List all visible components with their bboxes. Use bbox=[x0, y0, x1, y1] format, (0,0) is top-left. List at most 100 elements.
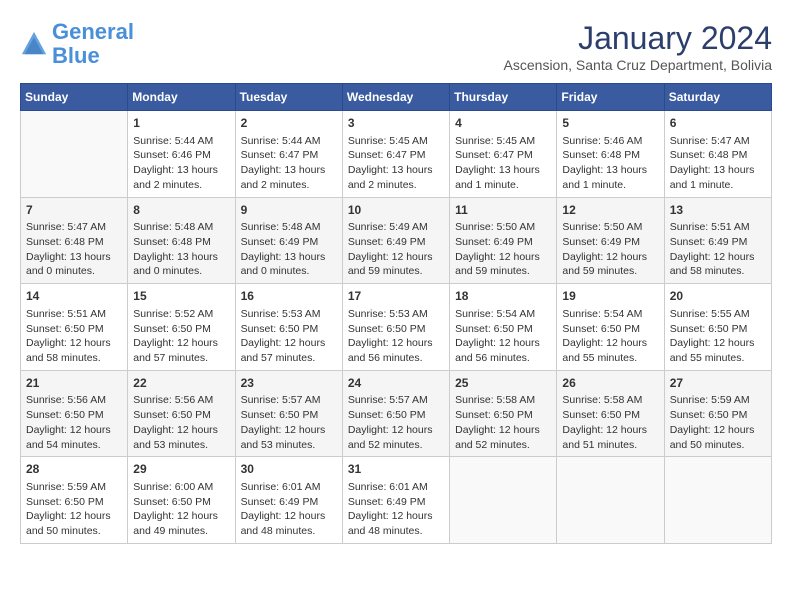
day-cell: 12Sunrise: 5:50 AMSunset: 6:49 PMDayligh… bbox=[557, 197, 664, 284]
day-number: 22 bbox=[133, 375, 229, 392]
day-content: Sunrise: 5:57 AMSunset: 6:50 PMDaylight:… bbox=[241, 393, 337, 452]
day-content: Sunrise: 6:01 AMSunset: 6:49 PMDaylight:… bbox=[348, 480, 444, 539]
title-area: January 2024 Ascension, Santa Cruz Depar… bbox=[504, 20, 772, 73]
day-content: Sunrise: 5:51 AMSunset: 6:49 PMDaylight:… bbox=[670, 220, 766, 279]
day-number: 24 bbox=[348, 375, 444, 392]
day-number: 14 bbox=[26, 288, 122, 305]
header-day-sunday: Sunday bbox=[21, 84, 128, 111]
day-number: 16 bbox=[241, 288, 337, 305]
day-cell: 23Sunrise: 5:57 AMSunset: 6:50 PMDayligh… bbox=[235, 370, 342, 457]
day-number: 21 bbox=[26, 375, 122, 392]
day-cell: 6 Sunrise: 5:47 AMSunset: 6:48 PMDaylight… bbox=[664, 111, 771, 198]
week-row-3: 14 Sunrise: 5:51 AMSunset: 6:50 PMDayligh… bbox=[21, 284, 772, 371]
day-content: Sunrise: 5:56 AMSunset: 6:50 PMDaylight:… bbox=[133, 393, 229, 452]
day-cell: 22Sunrise: 5:56 AMSunset: 6:50 PMDayligh… bbox=[128, 370, 235, 457]
day-number: 27 bbox=[670, 375, 766, 392]
day-content: Sunrise: 5:59 AMSunset: 6:50 PMDaylight:… bbox=[26, 480, 122, 539]
day-number: 11 bbox=[455, 202, 551, 219]
day-cell: 21Sunrise: 5:56 AMSunset: 6:50 PMDayligh… bbox=[21, 370, 128, 457]
day-cell: 9Sunrise: 5:48 AMSunset: 6:49 PMDaylight… bbox=[235, 197, 342, 284]
week-row-5: 28 Sunrise: 5:59 AMSunset: 6:50 PMDayligh… bbox=[21, 457, 772, 544]
day-number: 17 bbox=[348, 288, 444, 305]
day-cell: 20 Sunrise: 5:55 AMSunset: 6:50 PMDayligh… bbox=[664, 284, 771, 371]
day-cell: 30Sunrise: 6:01 AMSunset: 6:49 PMDayligh… bbox=[235, 457, 342, 544]
day-cell: 28 Sunrise: 5:59 AMSunset: 6:50 PMDayligh… bbox=[21, 457, 128, 544]
day-content: Sunrise: 5:48 AMSunset: 6:48 PMDaylight:… bbox=[133, 220, 229, 279]
day-content: Sunrise: 5:53 AMSunset: 6:50 PMDaylight:… bbox=[241, 307, 337, 366]
day-cell bbox=[664, 457, 771, 544]
day-number: 18 bbox=[455, 288, 551, 305]
day-cell: 17 Sunrise: 5:53 AMSunset: 6:50 PMDayligh… bbox=[342, 284, 449, 371]
day-cell: 16 Sunrise: 5:53 AMSunset: 6:50 PMDayligh… bbox=[235, 284, 342, 371]
day-cell: 15 Sunrise: 5:52 AMSunset: 6:50 PMDayligh… bbox=[128, 284, 235, 371]
month-title: January 2024 bbox=[504, 20, 772, 57]
day-number: 12 bbox=[562, 202, 658, 219]
day-cell bbox=[557, 457, 664, 544]
day-content: Sunrise: 5:47 AMSunset: 6:48 PMDaylight:… bbox=[670, 134, 766, 193]
day-number: 13 bbox=[670, 202, 766, 219]
day-number: 25 bbox=[455, 375, 551, 392]
day-content: Sunrise: 5:47 AMSunset: 6:48 PMDaylight:… bbox=[26, 220, 122, 279]
day-number: 30 bbox=[241, 461, 337, 478]
day-number: 15 bbox=[133, 288, 229, 305]
header-day-monday: Monday bbox=[128, 84, 235, 111]
day-number: 20 bbox=[670, 288, 766, 305]
day-cell: 31Sunrise: 6:01 AMSunset: 6:49 PMDayligh… bbox=[342, 457, 449, 544]
logo-icon bbox=[20, 30, 48, 58]
day-number: 10 bbox=[348, 202, 444, 219]
week-row-4: 21 Sunrise: 5:56 AMSunset: 6:50 PMDayligh… bbox=[21, 370, 772, 457]
day-content: Sunrise: 5:44 AMSunset: 6:47 PMDaylight:… bbox=[241, 134, 337, 193]
day-content: Sunrise: 5:50 AMSunset: 6:49 PMDaylight:… bbox=[562, 220, 658, 279]
day-content: Sunrise: 5:55 AMSunset: 6:50 PMDaylight:… bbox=[670, 307, 766, 366]
header-day-friday: Friday bbox=[557, 84, 664, 111]
day-number: 29 bbox=[133, 461, 229, 478]
day-number: 5 bbox=[562, 115, 658, 132]
day-number: 8 bbox=[133, 202, 229, 219]
day-content: Sunrise: 5:58 AMSunset: 6:50 PMDaylight:… bbox=[562, 393, 658, 452]
day-content: Sunrise: 5:45 AMSunset: 6:47 PMDaylight:… bbox=[455, 134, 551, 193]
calendar-body: 1Sunrise: 5:44 AMSunset: 6:46 PMDaylight… bbox=[21, 111, 772, 544]
day-cell: 2 Sunrise: 5:44 AMSunset: 6:47 PMDaylight… bbox=[235, 111, 342, 198]
day-number: 23 bbox=[241, 375, 337, 392]
day-cell: 29 Sunrise: 6:00 AMSunset: 6:50 PMDayligh… bbox=[128, 457, 235, 544]
day-cell: 10Sunrise: 5:49 AMSunset: 6:49 PMDayligh… bbox=[342, 197, 449, 284]
day-number: 26 bbox=[562, 375, 658, 392]
day-cell: 11Sunrise: 5:50 AMSunset: 6:49 PMDayligh… bbox=[450, 197, 557, 284]
logo: General Blue bbox=[20, 20, 134, 68]
day-content: Sunrise: 5:50 AMSunset: 6:49 PMDaylight:… bbox=[455, 220, 551, 279]
day-number: 6 bbox=[670, 115, 766, 132]
day-number: 3 bbox=[348, 115, 444, 132]
day-content: Sunrise: 5:48 AMSunset: 6:49 PMDaylight:… bbox=[241, 220, 337, 279]
header-day-saturday: Saturday bbox=[664, 84, 771, 111]
day-content: Sunrise: 5:51 AMSunset: 6:50 PMDaylight:… bbox=[26, 307, 122, 366]
day-number: 2 bbox=[241, 115, 337, 132]
location-subtitle: Ascension, Santa Cruz Department, Bolivi… bbox=[504, 57, 772, 73]
day-cell: 14 Sunrise: 5:51 AMSunset: 6:50 PMDayligh… bbox=[21, 284, 128, 371]
day-cell: 25Sunrise: 5:58 AMSunset: 6:50 PMDayligh… bbox=[450, 370, 557, 457]
day-content: Sunrise: 6:00 AMSunset: 6:50 PMDaylight:… bbox=[133, 480, 229, 539]
header-day-wednesday: Wednesday bbox=[342, 84, 449, 111]
day-cell bbox=[21, 111, 128, 198]
day-cell bbox=[450, 457, 557, 544]
day-cell: 26Sunrise: 5:58 AMSunset: 6:50 PMDayligh… bbox=[557, 370, 664, 457]
day-number: 4 bbox=[455, 115, 551, 132]
page-header: General Blue January 2024 Ascension, San… bbox=[20, 20, 772, 73]
day-number: 28 bbox=[26, 461, 122, 478]
day-content: Sunrise: 5:49 AMSunset: 6:49 PMDaylight:… bbox=[348, 220, 444, 279]
logo-text: General Blue bbox=[52, 20, 134, 68]
day-content: Sunrise: 5:59 AMSunset: 6:50 PMDaylight:… bbox=[670, 393, 766, 452]
day-number: 1 bbox=[133, 115, 229, 132]
day-cell: 3Sunrise: 5:45 AMSunset: 6:47 PMDaylight… bbox=[342, 111, 449, 198]
day-cell: 18 Sunrise: 5:54 AMSunset: 6:50 PMDayligh… bbox=[450, 284, 557, 371]
day-number: 9 bbox=[241, 202, 337, 219]
day-content: Sunrise: 5:53 AMSunset: 6:50 PMDaylight:… bbox=[348, 307, 444, 366]
day-content: Sunrise: 5:54 AMSunset: 6:50 PMDaylight:… bbox=[455, 307, 551, 366]
week-row-2: 7Sunrise: 5:47 AMSunset: 6:48 PMDaylight… bbox=[21, 197, 772, 284]
day-cell: 27Sunrise: 5:59 AMSunset: 6:50 PMDayligh… bbox=[664, 370, 771, 457]
header-day-thursday: Thursday bbox=[450, 84, 557, 111]
calendar-header: SundayMondayTuesdayWednesdayThursdayFrid… bbox=[21, 84, 772, 111]
day-number: 19 bbox=[562, 288, 658, 305]
day-cell: 5Sunrise: 5:46 AMSunset: 6:48 PMDaylight… bbox=[557, 111, 664, 198]
day-content: Sunrise: 5:52 AMSunset: 6:50 PMDaylight:… bbox=[133, 307, 229, 366]
calendar-table: SundayMondayTuesdayWednesdayThursdayFrid… bbox=[20, 83, 772, 544]
